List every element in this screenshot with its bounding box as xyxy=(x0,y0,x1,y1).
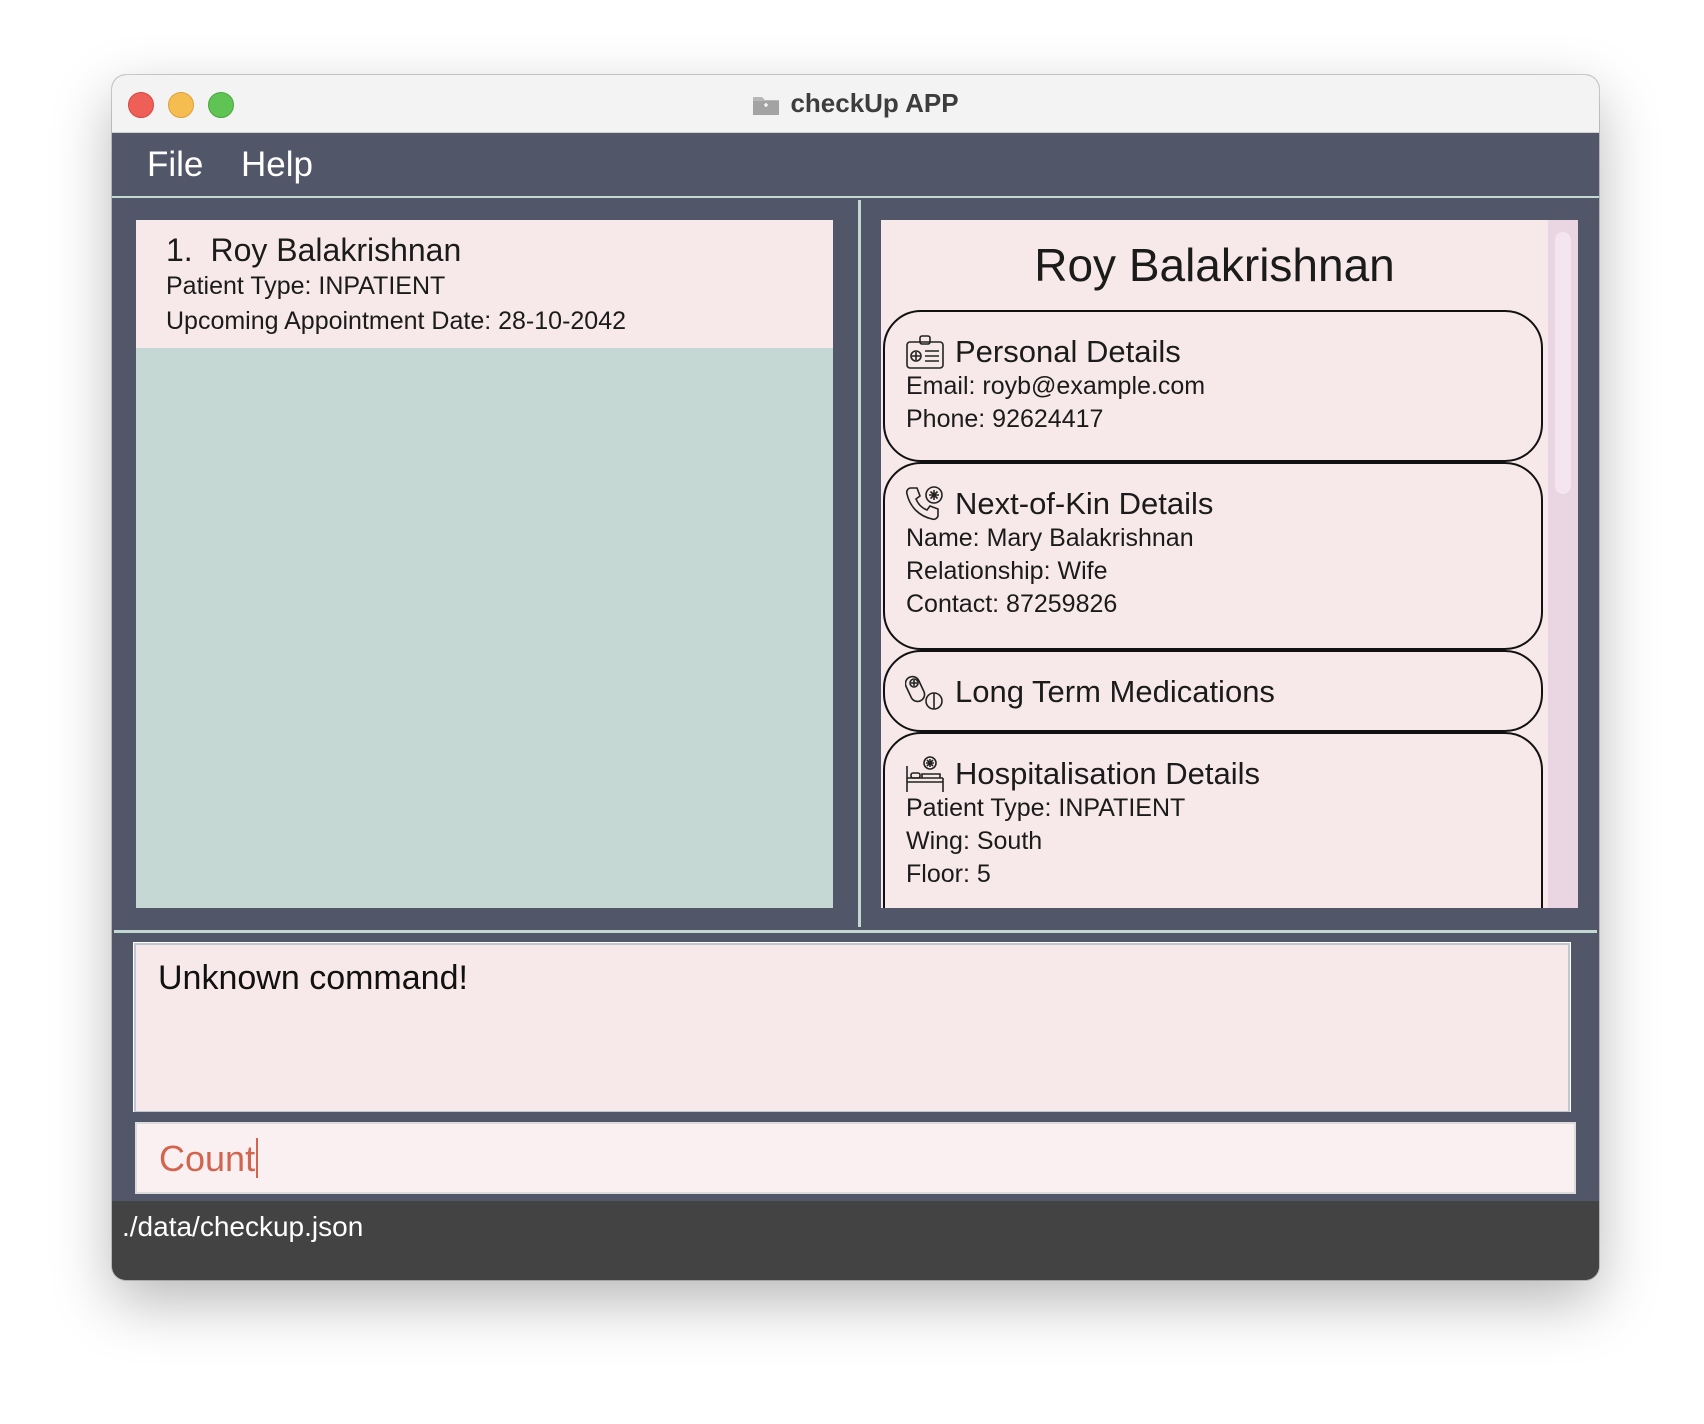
command-area: Count xyxy=(114,1112,1597,1201)
patient-name: Roy Balakrishnan xyxy=(210,232,462,268)
app-window: checkUp APP File Help 1. Roy Balakrishna… xyxy=(112,75,1599,1280)
id-card-icon xyxy=(905,332,945,372)
medications-title: Long Term Medications xyxy=(955,674,1275,709)
patient-index: 1. xyxy=(166,232,193,268)
patient-details-pane: Roy Balakrishnan Personal Details Email:… xyxy=(861,200,1597,927)
window-title: checkUp APP xyxy=(790,88,959,118)
patient-list-pane: 1. Roy Balakrishnan Patient Type: INPATI… xyxy=(114,200,861,927)
command-input[interactable]: Count xyxy=(135,1122,1576,1194)
personal-phone: Phone: 92624417 xyxy=(906,405,1104,433)
status-bar: ./data/checkup.json xyxy=(112,1201,1599,1280)
patient-list[interactable]: 1. Roy Balakrishnan Patient Type: INPATI… xyxy=(136,220,833,908)
hosp-wing: Wing: South xyxy=(906,827,1043,855)
details-scrollbar-thumb[interactable] xyxy=(1555,232,1571,494)
details-scrollbar[interactable] xyxy=(1548,220,1578,908)
personal-details-section: Personal Details Email: royb@example.com… xyxy=(883,310,1543,462)
save-file-path: ./data/checkup.json xyxy=(122,1211,364,1242)
title-bar[interactable]: checkUp APP xyxy=(112,75,1599,133)
hospitalisation-section: Hospitalisation Details Patient Type: IN… xyxy=(883,732,1543,908)
personal-details-title: Personal Details xyxy=(955,334,1181,369)
patient-details-panel[interactable]: Roy Balakrishnan Personal Details Email:… xyxy=(881,220,1578,908)
phone-icon xyxy=(905,484,945,524)
hospital-bed-icon xyxy=(905,754,945,794)
kin-name: Name: Mary Balakrishnan xyxy=(906,524,1194,552)
pills-icon xyxy=(904,672,945,712)
result-message: Unknown command! xyxy=(158,959,468,997)
result-display-area: Unknown command! xyxy=(114,930,1597,1115)
menu-help[interactable]: Help xyxy=(241,145,313,185)
hosp-floor: Floor: 5 xyxy=(906,860,991,888)
patient-card-title: 1. Roy Balakrishnan xyxy=(166,232,461,269)
next-of-kin-section: Next-of-Kin Details Name: Mary Balakrish… xyxy=(883,462,1543,650)
window-title-group: checkUp APP xyxy=(112,88,1599,123)
text-caret xyxy=(256,1138,259,1178)
detail-patient-name: Roy Balakrishnan xyxy=(1034,239,1395,291)
patient-type: Patient Type: INPATIENT xyxy=(166,272,446,300)
kin-relationship: Relationship: Wife xyxy=(906,557,1108,585)
result-display: Unknown command! xyxy=(133,942,1571,1114)
personal-email: Email: royb@example.com xyxy=(906,372,1206,400)
menu-file[interactable]: File xyxy=(147,145,203,185)
patient-appointment: Upcoming Appointment Date: 28-10-2042 xyxy=(166,307,627,335)
folder-icon xyxy=(752,92,780,123)
command-text-wrap: Count xyxy=(159,1138,259,1180)
patient-card[interactable]: 1. Roy Balakrishnan Patient Type: INPATI… xyxy=(136,220,833,348)
menu-bar: File Help xyxy=(112,133,1599,198)
command-value: Count xyxy=(159,1138,256,1179)
next-of-kin-title: Next-of-Kin Details xyxy=(955,486,1214,521)
hosp-patient-type: Patient Type: INPATIENT xyxy=(906,794,1186,822)
hospitalisation-title: Hospitalisation Details xyxy=(955,756,1260,791)
kin-contact: Contact: 87259826 xyxy=(906,590,1118,618)
medications-section: Long Term Medications xyxy=(883,650,1543,732)
